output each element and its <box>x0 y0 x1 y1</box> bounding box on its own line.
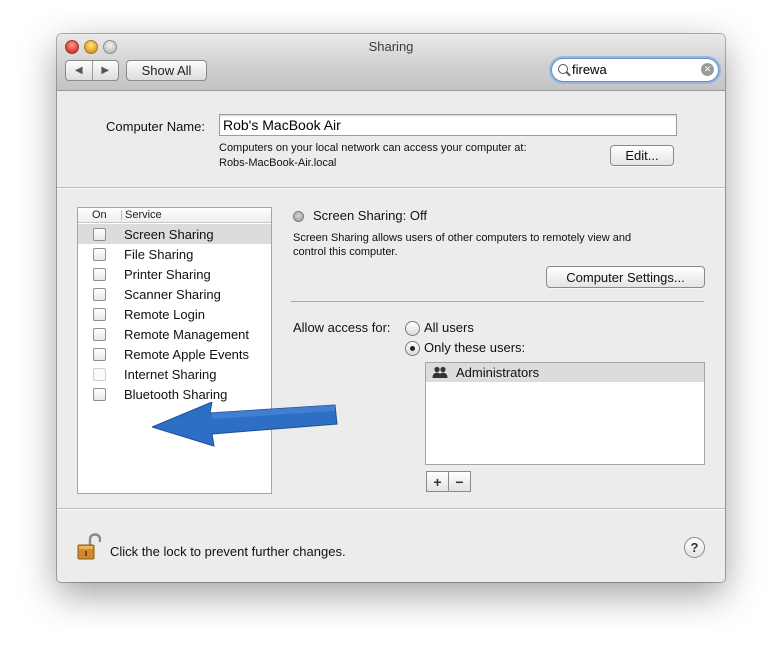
service-checkbox[interactable] <box>93 348 106 361</box>
service-checkbox[interactable] <box>93 328 106 341</box>
search-icon <box>558 64 568 74</box>
service-description-line2: control this computer. <box>293 246 398 258</box>
service-name: Internet Sharing <box>124 367 217 382</box>
status-indicator-icon <box>293 211 304 222</box>
search-input[interactable] <box>572 61 692 78</box>
lock-icon[interactable] <box>77 533 101 561</box>
help-button[interactable]: ? <box>684 537 705 558</box>
footer-divider-highlight <box>57 509 725 510</box>
network-note: Computers on your local network can acce… <box>219 142 527 154</box>
service-description-line1: Screen Sharing allows users of other com… <box>293 232 632 244</box>
column-separator <box>121 210 122 220</box>
service-checkbox[interactable] <box>93 288 106 301</box>
add-user-button[interactable]: + <box>426 471 449 492</box>
table-row[interactable]: Screen Sharing <box>78 224 271 244</box>
clear-search-icon[interactable]: ✕ <box>701 63 714 76</box>
allowed-users-list[interactable]: Administrators <box>425 362 705 465</box>
service-checkbox[interactable] <box>93 268 106 281</box>
service-list: On Service Screen Sharing File Sharing Pri… <box>77 207 272 494</box>
table-row[interactable]: Remote Apple Events <box>78 344 271 364</box>
all-users-radio[interactable] <box>405 321 420 336</box>
back-forward-control: ◀ ▶ <box>65 60 119 81</box>
list-item[interactable]: Administrators <box>426 363 704 382</box>
service-name: Scanner Sharing <box>124 287 221 302</box>
edit-button[interactable]: Edit... <box>610 145 674 166</box>
service-checkbox[interactable] <box>93 388 106 401</box>
section-divider-highlight <box>57 188 725 189</box>
service-checkbox[interactable] <box>93 228 106 241</box>
group-icon <box>432 366 448 378</box>
allow-access-label: Allow access for: <box>293 320 391 335</box>
service-checkbox[interactable] <box>93 308 106 321</box>
only-these-users-label[interactable]: Only these users: <box>424 340 525 355</box>
user-name: Administrators <box>456 365 540 380</box>
all-users-label[interactable]: All users <box>424 320 474 335</box>
table-row[interactable]: Remote Management <box>78 324 271 344</box>
title-bar: Sharing ◀ ▶ Show All ✕ <box>57 34 725 91</box>
table-row[interactable]: Remote Login <box>78 304 271 324</box>
forward-arrow-icon[interactable]: ▶ <box>93 61 119 80</box>
service-name: Remote Apple Events <box>124 347 250 362</box>
service-name: File Sharing <box>124 247 194 262</box>
service-name: Remote Login <box>124 307 205 322</box>
table-row[interactable]: Bluetooth Sharing <box>78 384 271 404</box>
service-name: Bluetooth Sharing <box>124 387 228 402</box>
table-row[interactable]: File Sharing <box>78 244 271 264</box>
search-field[interactable]: ✕ <box>551 58 719 82</box>
service-name: Remote Management <box>124 327 250 342</box>
window-title: Sharing <box>368 39 414 54</box>
service-list-header: On Service <box>78 208 271 223</box>
back-arrow-icon[interactable]: ◀ <box>66 61 93 80</box>
only-these-users-radio[interactable] <box>405 341 420 356</box>
service-checkbox <box>93 368 106 381</box>
table-row[interactable]: Scanner Sharing <box>78 284 271 304</box>
column-service[interactable]: Service <box>125 209 162 221</box>
computer-name-label: Computer Name: <box>106 119 205 134</box>
service-status: Screen Sharing: Off <box>313 208 427 223</box>
local-address: Robs-MacBook-Air.local <box>219 157 337 169</box>
service-name: Screen Sharing <box>124 227 214 242</box>
service-name: Printer Sharing <box>124 267 211 282</box>
table-row[interactable]: Printer Sharing <box>78 264 271 284</box>
service-checkbox[interactable] <box>93 248 106 261</box>
column-on[interactable]: On <box>92 209 107 221</box>
table-row[interactable]: Internet Sharing <box>78 364 271 384</box>
show-all-button[interactable]: Show All <box>126 60 207 81</box>
detail-divider <box>291 301 704 302</box>
computer-name-field[interactable]: Rob's MacBook Air <box>219 114 677 136</box>
remove-user-button[interactable]: − <box>448 471 471 492</box>
sharing-window: Sharing ◀ ▶ Show All ✕ Computer Name: Ro… <box>57 34 725 582</box>
computer-settings-button[interactable]: Computer Settings... <box>546 266 705 288</box>
annotation-arrow-icon <box>152 402 338 447</box>
lock-status-text: Click the lock to prevent further change… <box>110 544 346 559</box>
